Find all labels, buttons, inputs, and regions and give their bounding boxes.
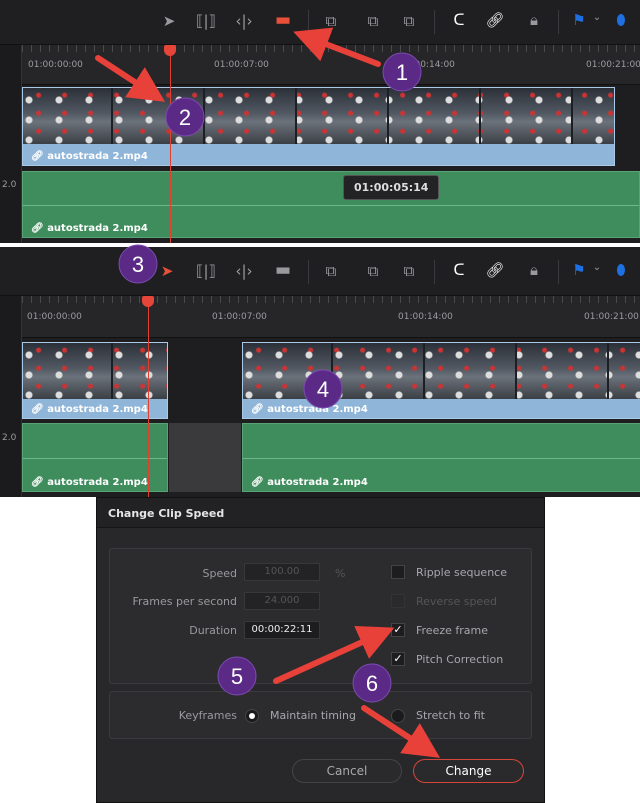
annotation-arrow bbox=[293, 27, 381, 67]
step-number: 4 bbox=[317, 377, 329, 402]
step-number: 3 bbox=[132, 252, 144, 277]
step-number: 5 bbox=[231, 664, 243, 689]
annotation-overlay: 1 2 3 4 5 6 bbox=[95, 27, 441, 758]
annotation-arrow bbox=[95, 55, 166, 102]
annotation-arrow bbox=[361, 705, 441, 758]
step-number: 1 bbox=[396, 60, 408, 85]
step-number: 2 bbox=[179, 105, 191, 130]
step-number: 6 bbox=[366, 671, 378, 696]
